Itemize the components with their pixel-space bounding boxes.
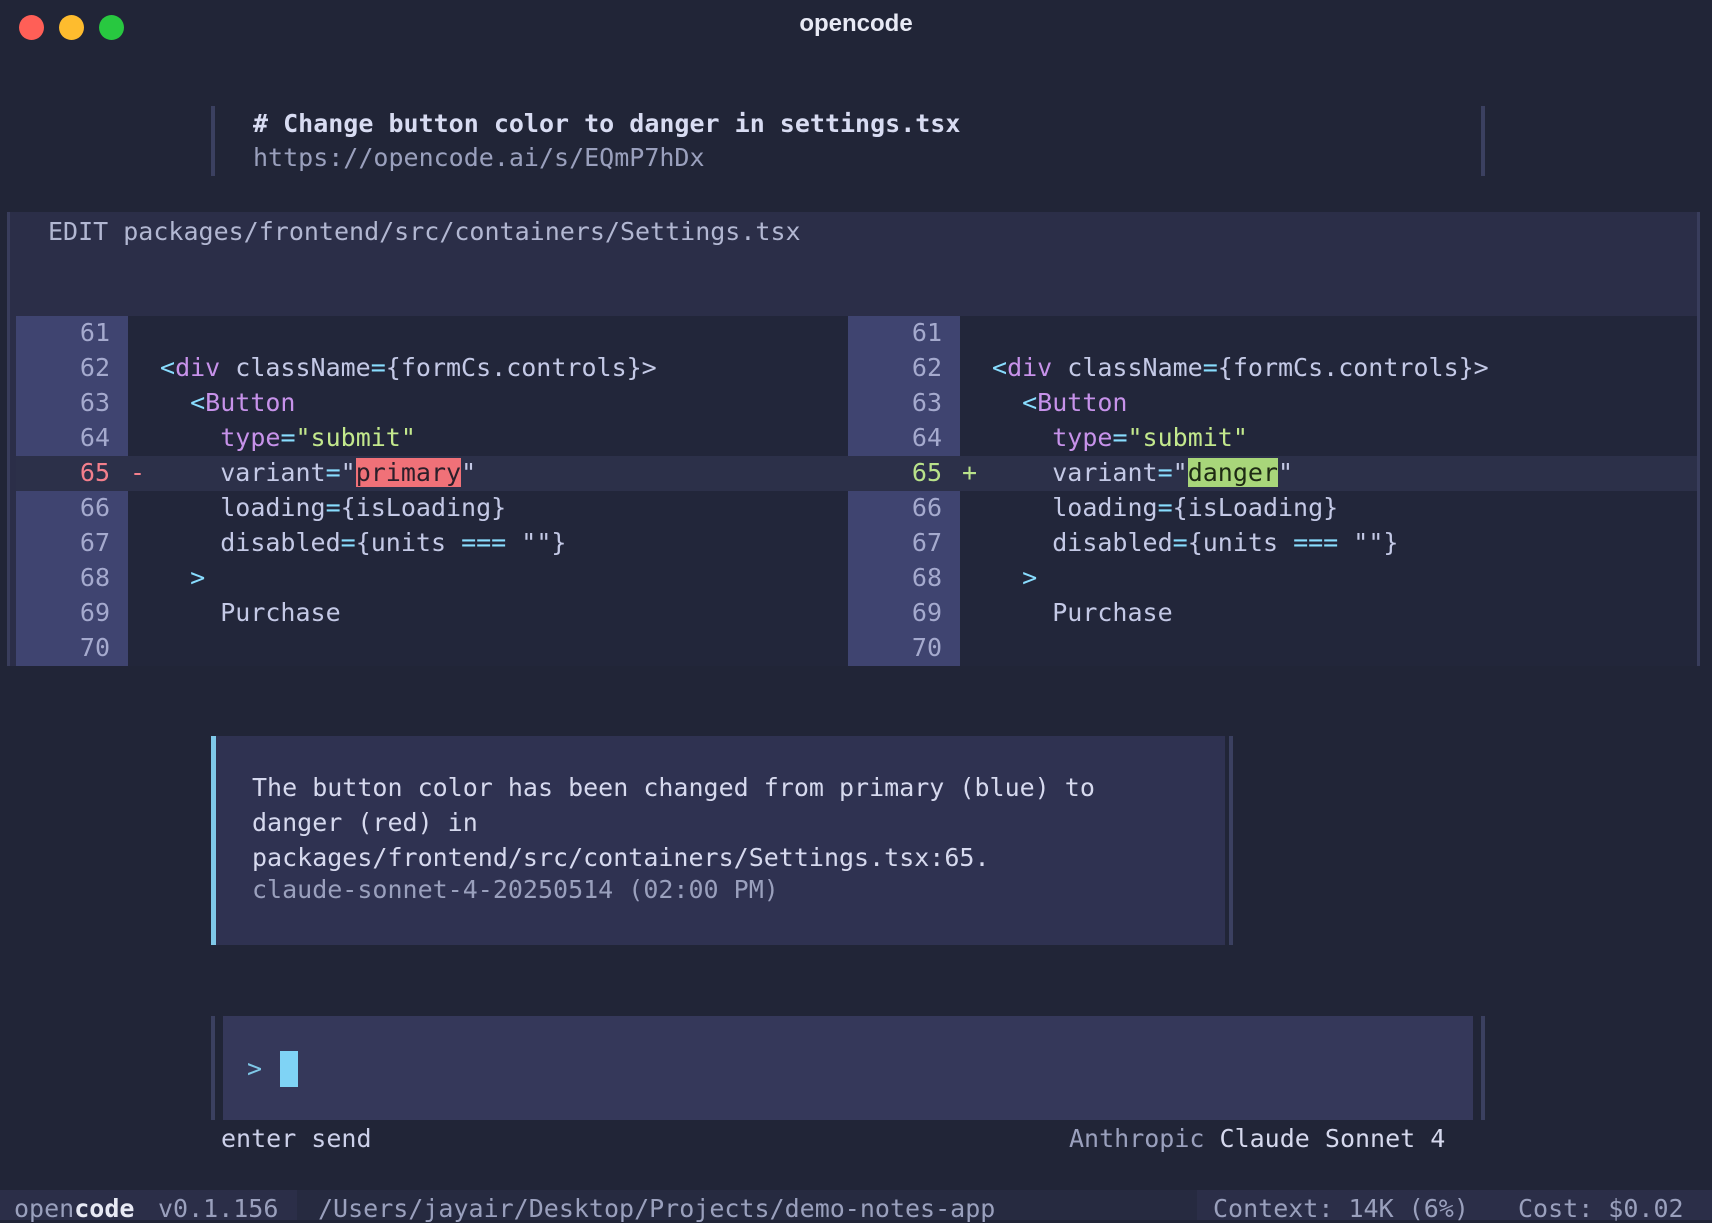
- diff-row: 61: [16, 316, 848, 351]
- line-number: 70: [79, 633, 110, 662]
- model-name: Claude Sonnet 4: [1219, 1124, 1446, 1153]
- line-number: 62: [79, 353, 110, 382]
- diff-row: 64 type="submit": [848, 421, 1697, 456]
- diff-row: 70: [848, 631, 1697, 666]
- code-line: <Button: [1022, 388, 1128, 417]
- status-bar: opencode v0.1.156 /Users/jayair/Desktop/…: [0, 1190, 1712, 1223]
- code-line: loading={isLoading}: [1052, 493, 1339, 522]
- diff-pane-before: 61 62 <div className={formCs.controls}> …: [16, 316, 848, 666]
- diff-row: 68 >: [848, 561, 1697, 596]
- line-number: 70: [911, 633, 942, 662]
- line-number: 61: [79, 318, 110, 347]
- code-line: disabled={units === ""}: [220, 528, 567, 557]
- line-number: 67: [911, 528, 942, 557]
- diff-row: 68 >: [16, 561, 848, 596]
- user-message-heading: # Change button color to danger in setti…: [253, 109, 961, 138]
- code-line: variant="danger": [1052, 458, 1294, 487]
- code-line: variant="primary": [220, 458, 477, 487]
- share-link[interactable]: https://opencode.ai/s/EQmP7hDx: [253, 143, 705, 172]
- diff-row-deleted: 65 - variant="primary": [16, 456, 848, 491]
- diff-row: 62 <div className={formCs.controls}>: [848, 351, 1697, 386]
- code-line: <Button: [190, 388, 296, 417]
- line-number: 64: [79, 423, 110, 452]
- line-number: 62: [911, 353, 942, 382]
- line-number: 61: [911, 318, 942, 347]
- code-line: >: [190, 563, 206, 592]
- diff-row: 61: [848, 316, 1697, 351]
- prompt-input[interactable]: >: [223, 1016, 1473, 1120]
- code-line: loading={isLoading}: [220, 493, 507, 522]
- provider-name: Anthropic: [1069, 1124, 1205, 1153]
- code-line: Purchase: [1052, 598, 1173, 627]
- code-line: >: [1022, 563, 1038, 592]
- added-text-highlight: danger: [1187, 458, 1279, 487]
- line-number: 64: [911, 423, 942, 452]
- diff-row-added: 65 + variant="danger": [848, 456, 1697, 491]
- edit-file-header: EDIT packages/frontend/src/containers/Se…: [48, 217, 801, 246]
- line-number: 66: [79, 493, 110, 522]
- context-usage: Context: 14K (6%): [1213, 1194, 1469, 1223]
- assistant-message: The button color has been changed from p…: [211, 736, 1233, 945]
- diff-row: 69 Purchase: [848, 596, 1697, 631]
- addition-marker: +: [962, 458, 978, 487]
- deleted-text-highlight: primary: [355, 458, 462, 487]
- diff-row: 63 <Button: [16, 386, 848, 421]
- code-line: <div className={formCs.controls}>: [160, 353, 657, 382]
- line-number: 65: [911, 458, 942, 487]
- message-border: [1229, 736, 1233, 945]
- prompt-chevron: >: [247, 1054, 263, 1083]
- user-message: # Change button color to danger in setti…: [211, 106, 1485, 176]
- code-line: <div className={formCs.controls}>: [992, 353, 1489, 382]
- code-line: disabled={units === ""}: [1052, 528, 1399, 557]
- line-number: 69: [911, 598, 942, 627]
- deletion-marker: -: [130, 458, 146, 487]
- assistant-message-text: The button color has been changed from p…: [252, 773, 1095, 872]
- diff-row: 70: [16, 631, 848, 666]
- model-indicator[interactable]: Anthropic Claude Sonnet 4: [1069, 1124, 1445, 1153]
- diff-row: 67 disabled={units === ""}: [848, 526, 1697, 561]
- line-number: 69: [79, 598, 110, 627]
- diff-row: 64 type="submit": [16, 421, 848, 456]
- code-line: Purchase: [220, 598, 341, 627]
- prompt-input-box[interactable]: >: [211, 1016, 1485, 1120]
- line-number: 63: [79, 388, 110, 417]
- diff-row: 62 <div className={formCs.controls}>: [16, 351, 848, 386]
- code-line: type="submit": [220, 423, 416, 452]
- working-directory: /Users/jayair/Desktop/Projects/demo-note…: [318, 1194, 996, 1223]
- edit-diff-block: EDIT packages/frontend/src/containers/Se…: [7, 212, 1700, 666]
- diff-row: 66 loading={isLoading}: [16, 491, 848, 526]
- line-number: 67: [79, 528, 110, 557]
- code-line: type="submit": [1052, 423, 1248, 452]
- line-number: 63: [911, 388, 942, 417]
- session-cost: Cost: $0.02: [1518, 1194, 1684, 1223]
- diff-row: 69 Purchase: [16, 596, 848, 631]
- send-hint: enter send: [221, 1124, 372, 1153]
- line-number: 66: [911, 493, 942, 522]
- title-bar: opencode: [0, 0, 1712, 52]
- line-number: 68: [911, 563, 942, 592]
- diff-row: 66 loading={isLoading}: [848, 491, 1697, 526]
- diff-pane-after: 61 62 <div className={formCs.controls}> …: [848, 316, 1697, 666]
- text-cursor: [280, 1051, 298, 1087]
- app-name: opencode: [14, 1194, 135, 1223]
- line-number: 65: [79, 458, 110, 487]
- line-number: 68: [79, 563, 110, 592]
- assistant-message-meta: claude-sonnet-4-20250514 (02:00 PM): [252, 875, 779, 904]
- diff-row: 63 <Button: [848, 386, 1697, 421]
- app-version: v0.1.156: [158, 1194, 279, 1223]
- diff-row: 67 disabled={units === ""}: [16, 526, 848, 561]
- window-title: opencode: [799, 10, 913, 37]
